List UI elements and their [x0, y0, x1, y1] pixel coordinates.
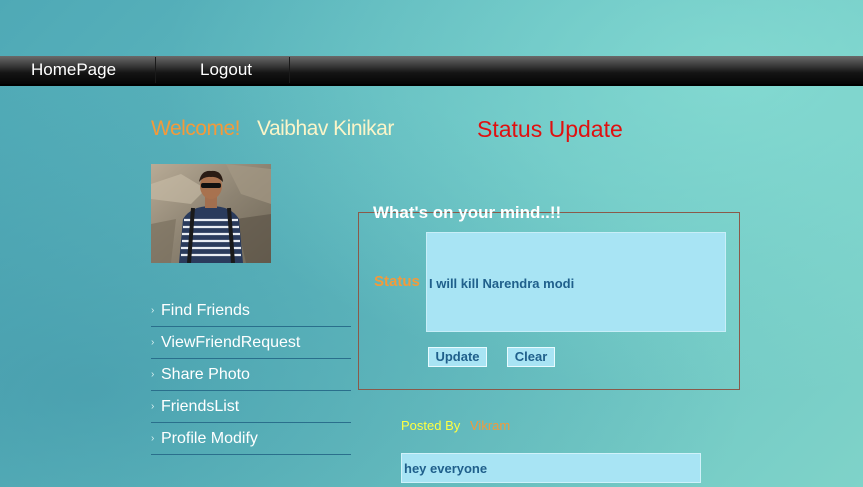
menu-item-view-friend-request[interactable]: › ViewFriendRequest	[151, 327, 351, 359]
welcome-username: Vaibhav Kinikar	[257, 117, 394, 140]
bullet-icon: ›	[151, 305, 155, 316]
posted-by-label: Posted By	[401, 418, 461, 433]
bullet-icon: ›	[151, 433, 155, 444]
menu-item-label: Share Photo	[161, 366, 250, 383]
menu-item-profile-modify[interactable]: › Profile Modify	[151, 423, 351, 455]
status-textarea[interactable]: I will kill Narendra modi	[426, 232, 726, 332]
nav-homepage-link[interactable]: HomePage	[31, 56, 116, 86]
bullet-icon: ›	[151, 369, 155, 380]
post-content: hey everyone	[401, 453, 701, 483]
clear-button[interactable]: Clear	[507, 347, 555, 367]
menu-item-share-photo[interactable]: › Share Photo	[151, 359, 351, 391]
post-author: Vikram	[470, 418, 511, 433]
menu-item-label: Find Friends	[161, 302, 250, 319]
menu-item-label: FriendsList	[161, 398, 240, 415]
bullet-icon: ›	[151, 337, 155, 348]
sidebar-menu: › Find Friends › ViewFriendRequest › Sha…	[151, 295, 351, 455]
profile-photo	[151, 164, 271, 263]
menu-item-label: ViewFriendRequest	[161, 334, 301, 351]
profile-photo-image	[151, 164, 271, 263]
top-nav-bar: HomePage Logout	[0, 56, 863, 86]
update-button[interactable]: Update	[428, 347, 487, 367]
status-update-heading: Status Update	[477, 116, 623, 142]
menu-item-find-friends[interactable]: › Find Friends	[151, 295, 351, 327]
welcome-label: Welcome!	[151, 117, 240, 140]
menu-item-friends-list[interactable]: › FriendsList	[151, 391, 351, 423]
nav-logout-link[interactable]: Logout	[200, 56, 252, 86]
nav-divider	[155, 57, 156, 83]
bullet-icon: ›	[151, 401, 155, 412]
nav-divider	[289, 57, 290, 83]
menu-item-label: Profile Modify	[161, 430, 258, 447]
status-fieldset-legend: What's on your mind..!!	[373, 203, 562, 222]
status-field-label: Status	[374, 273, 420, 290]
